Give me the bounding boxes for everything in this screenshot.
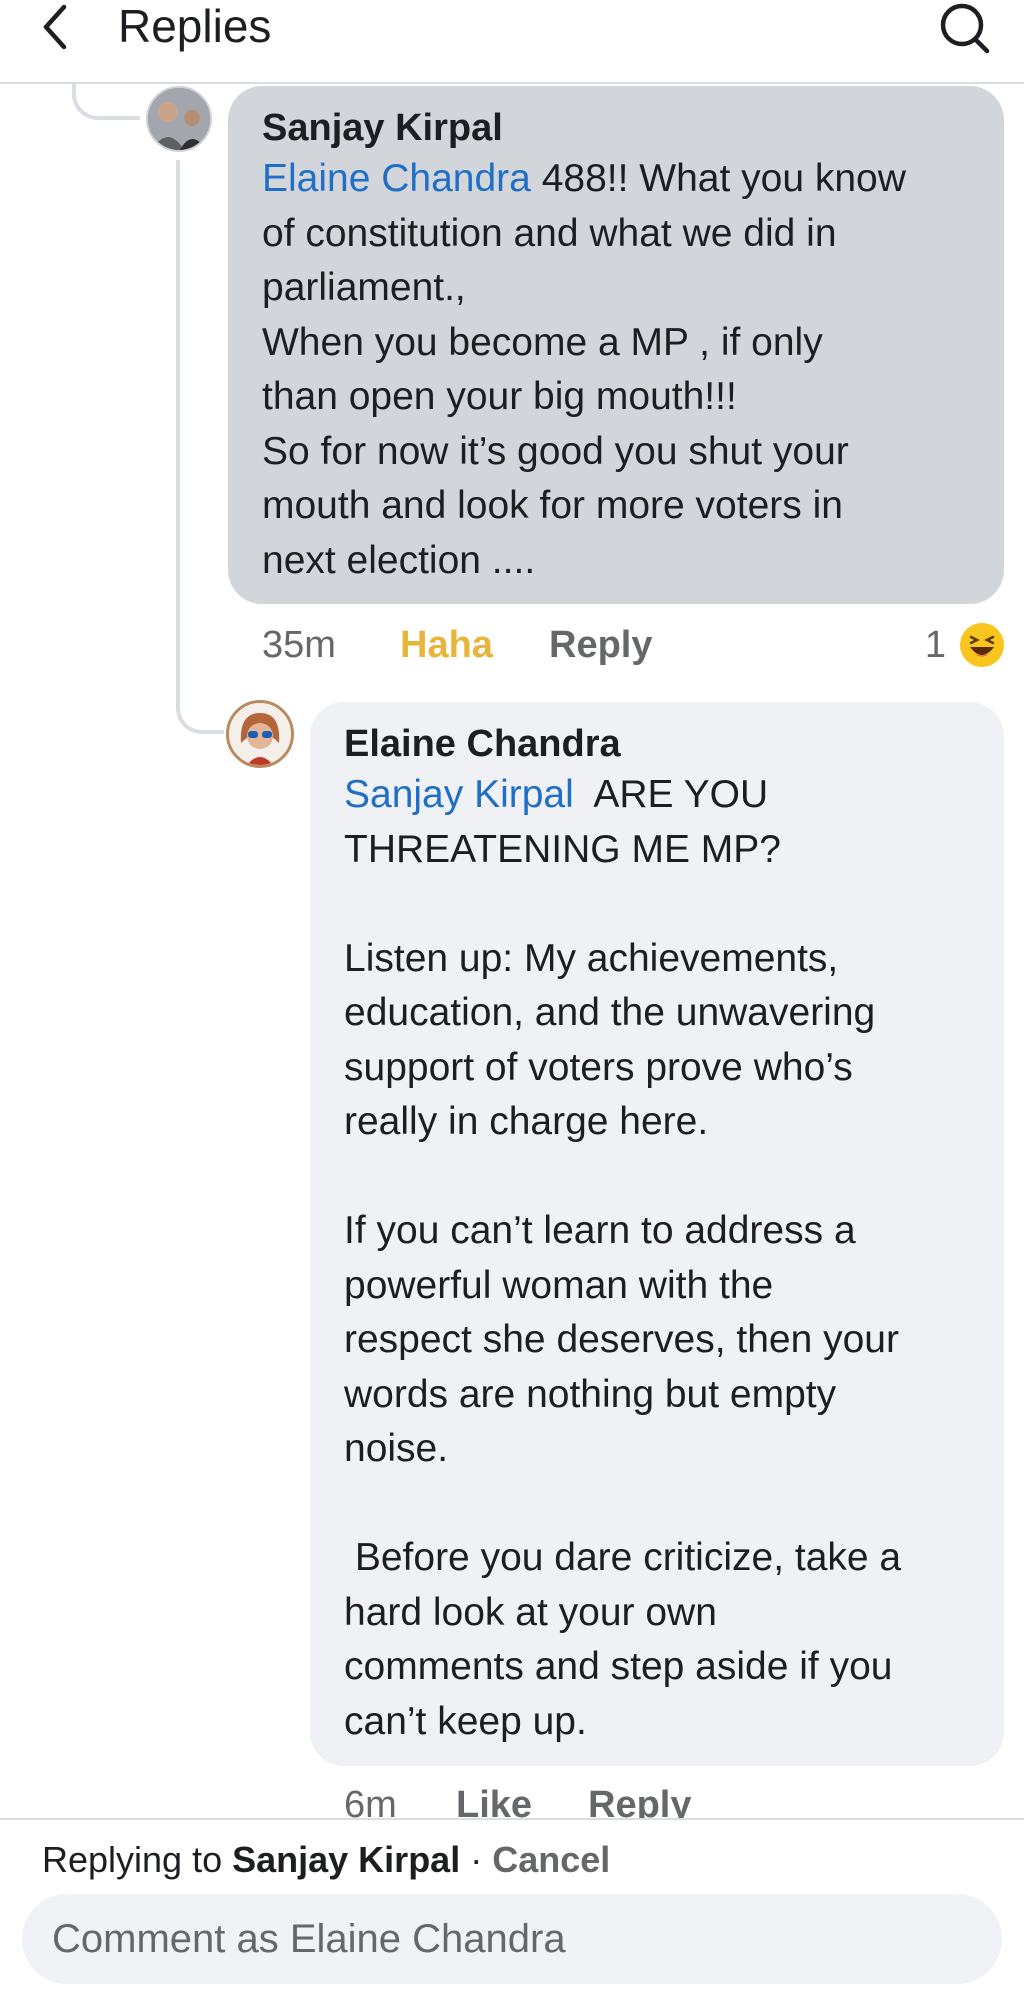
comment-actions: 35m Haha Reply 1 (262, 622, 1004, 670)
profile-photo-icon (148, 88, 210, 150)
avatar[interactable] (146, 86, 212, 152)
thread-connector (72, 84, 140, 120)
separator: · (460, 1839, 493, 1880)
comment-text: Elaine Chandra 488!! What you know of co… (262, 152, 974, 588)
comment-input[interactable] (22, 1894, 1002, 1984)
comment-bubble: Elaine Chandra Sanjay Kirpal ARE YOU THR… (310, 702, 1004, 1766)
cancel-button[interactable]: Cancel (492, 1839, 610, 1880)
reaction-button[interactable]: Haha (400, 622, 493, 668)
comment-actions: 6m Like Reply (344, 1782, 1004, 1818)
search-icon (940, 3, 990, 54)
reply-composer: Replying to Sanjay Kirpal · Cancel (0, 1818, 1024, 1989)
comment-body: ARE YOU THREATENING ME MP? Listen up: My… (344, 773, 902, 1743)
mention-link[interactable]: Elaine Chandra (262, 157, 531, 200)
replying-prefix: Replying to (42, 1839, 233, 1880)
like-button[interactable]: Like (456, 1782, 532, 1818)
replying-to-name: Sanjay Kirpal (232, 1839, 461, 1880)
comment-body: 488!! What you know of constitution and … (262, 157, 906, 582)
top-bar: Replies (0, 0, 1024, 84)
search-button[interactable] (935, 0, 993, 56)
back-button[interactable] (30, 2, 80, 52)
avatar[interactable] (226, 700, 294, 768)
comment-timestamp: 35m (262, 624, 336, 666)
profile-photo-icon (229, 703, 291, 765)
comment-bubble: Sanjay Kirpal Elaine Chandra 488!! What … (228, 86, 1004, 604)
laughing-emoji-icon[interactable] (960, 623, 1004, 667)
comment-timestamp: 6m (344, 1784, 397, 1818)
reply-button[interactable]: Reply (549, 622, 652, 668)
chevron-left-icon (43, 4, 67, 50)
thread-connector (176, 160, 224, 734)
comment-text: Sanjay Kirpal ARE YOU THREATENING ME MP?… (344, 768, 974, 1749)
replying-to-label: Replying to Sanjay Kirpal · Cancel (42, 1838, 610, 1882)
page-title: Replies (118, 0, 272, 52)
comment-author[interactable]: Elaine Chandra (344, 720, 974, 768)
reply-button[interactable]: Reply (588, 1782, 691, 1818)
reaction-count[interactable]: 1 (925, 622, 946, 668)
comment-author[interactable]: Sanjay Kirpal (262, 104, 974, 152)
mention-link[interactable]: Sanjay Kirpal (344, 773, 574, 816)
